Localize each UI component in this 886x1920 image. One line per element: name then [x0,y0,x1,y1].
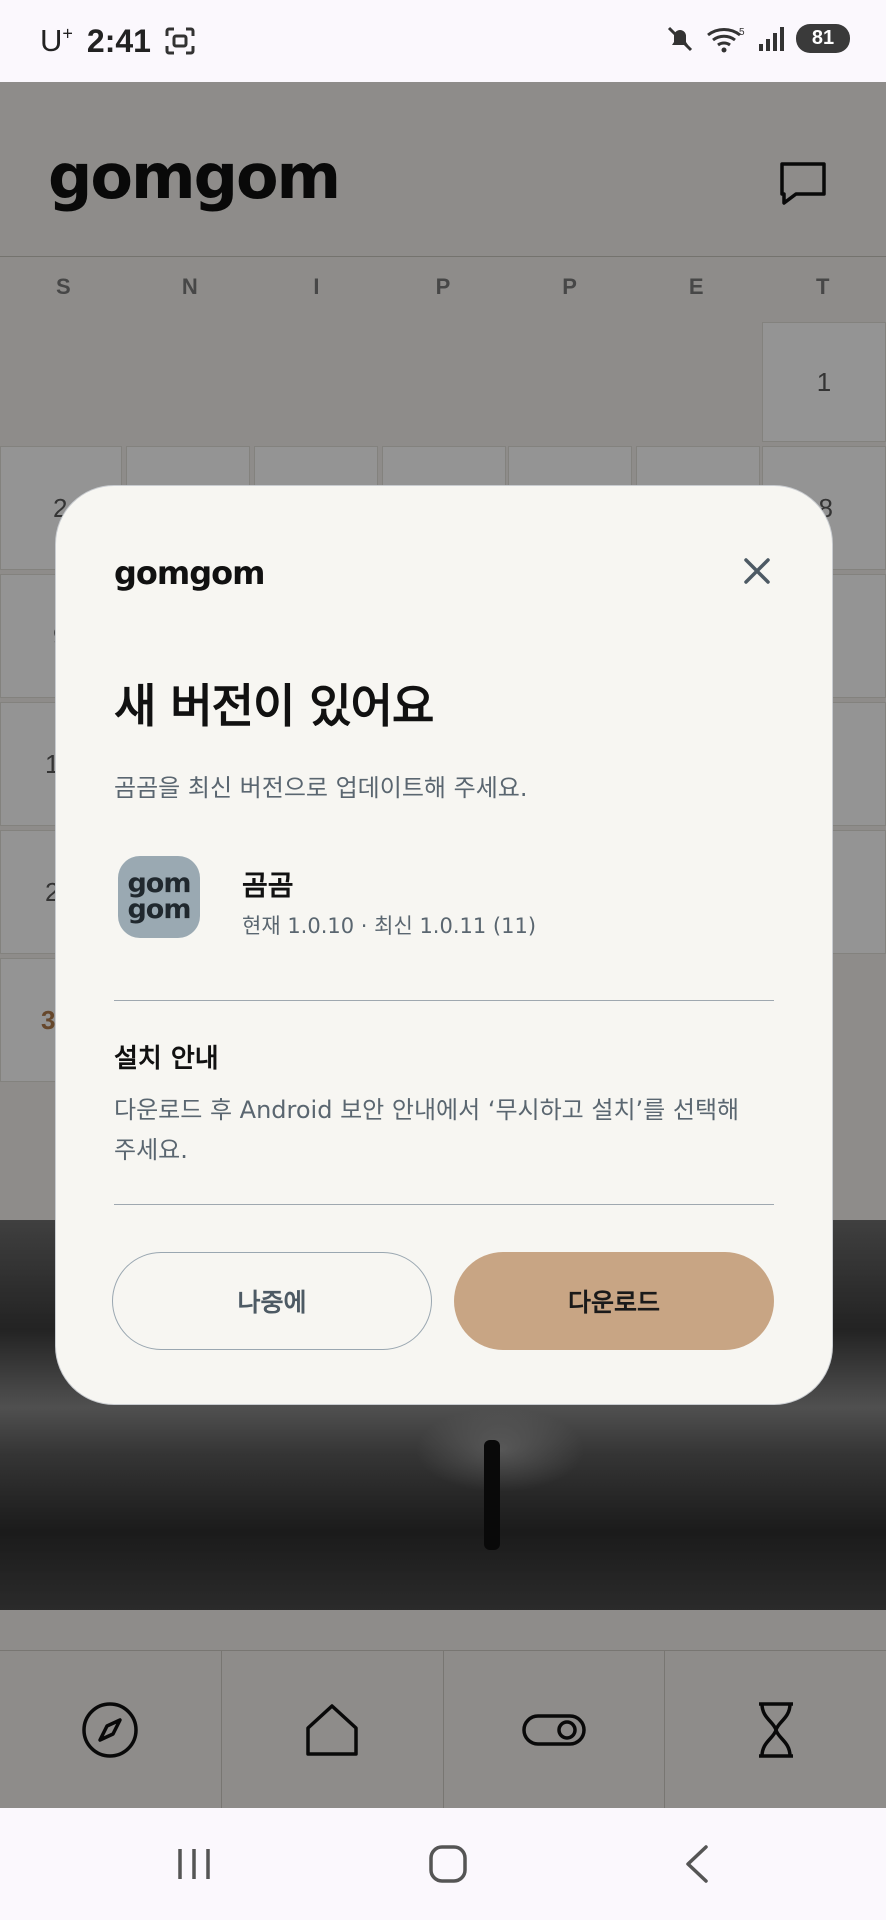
back-icon[interactable] [682,1844,712,1884]
svg-text:5: 5 [739,27,745,38]
dialog-title: 새 버전이 있어요 [114,679,434,733]
app-icon-text: gom [127,894,191,925]
recent-apps-icon[interactable] [174,1846,214,1882]
later-button[interactable]: 나중에 [112,1252,432,1350]
wifi-icon: 5 [707,27,745,52]
app-name: 곰곰 [242,869,294,902]
battery-indicator: 81 [796,24,850,53]
signal-icon [759,26,784,51]
version-info: 현재 1.0.10 · 최신 1.0.11 (11) [242,914,537,938]
dialog-description: 곰곰을 최신 버전으로 업데이트해 주세요. [114,774,528,802]
install-guide-text: 다운로드 후 Android 보안 안내에서 ‘무시하고 설치’를 선택해 주세… [114,1096,740,1164]
close-icon[interactable] [740,554,774,588]
install-guide-title: 설치 안내 [114,1044,219,1074]
mute-icon [667,26,693,51]
download-button[interactable]: 다운로드 [454,1252,774,1350]
dialog-logo: gomgom [114,554,265,592]
carrier-label: U+ [40,23,73,58]
screenshot-icon [165,27,195,55]
divider [114,1204,774,1205]
divider [114,1000,774,1001]
clock: 2:41 [86,22,151,59]
update-dialog: gomgom 새 버전이 있어요 곰곰을 최신 버전으로 업데이트해 주세요. … [56,486,832,1404]
app-icon: gom gom [118,856,200,938]
system-nav-bar [0,1808,886,1920]
status-bar: U+ 2:41 5 81 [0,0,886,82]
home-nav-icon[interactable] [428,1844,468,1884]
